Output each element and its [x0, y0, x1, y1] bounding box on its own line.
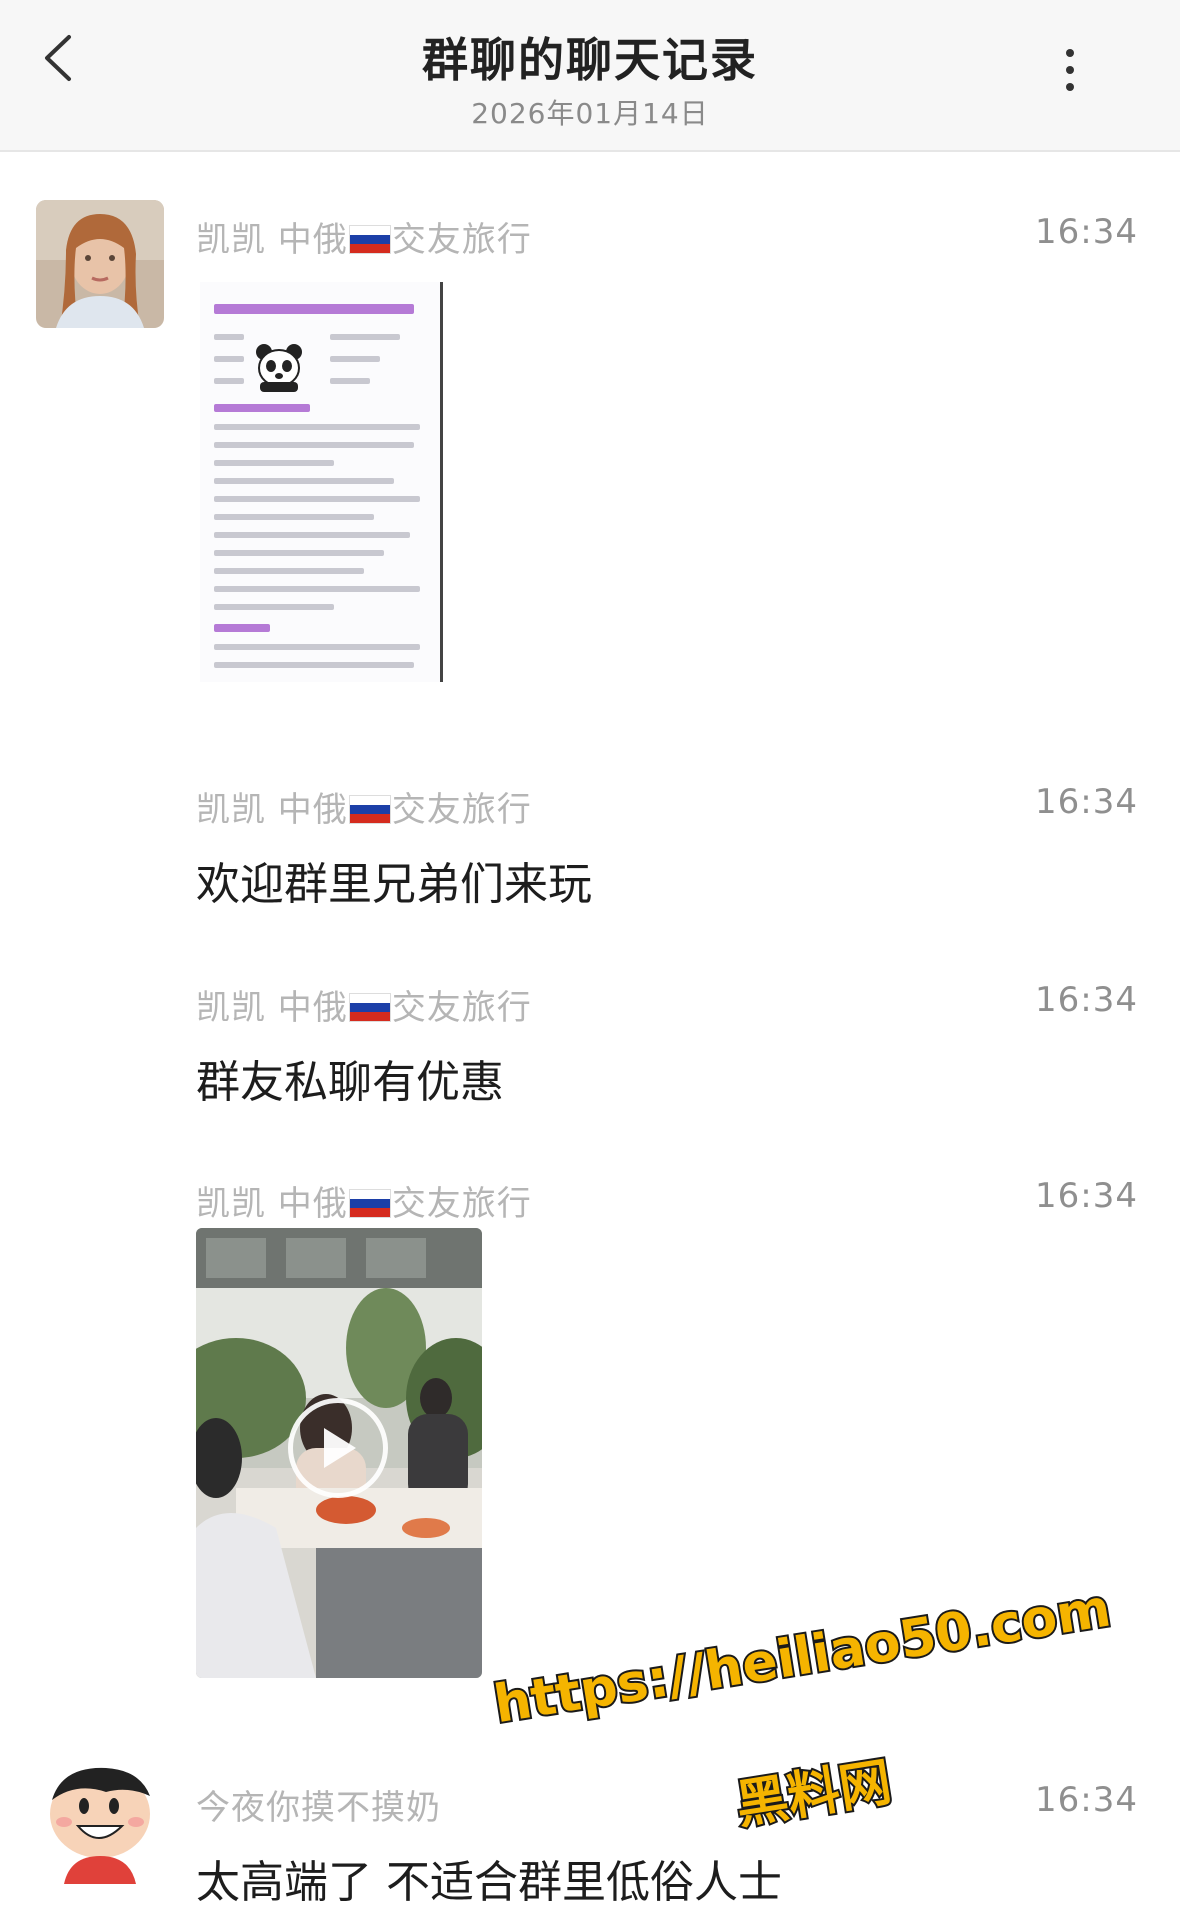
message-text[interactable]: 群友私聊有优惠 [196, 1046, 504, 1110]
message-time: 16:34 [1035, 212, 1138, 252]
avatar[interactable] [36, 1756, 164, 1884]
doc-line [214, 334, 244, 340]
doc-line [330, 378, 370, 384]
russia-flag-icon [348, 225, 391, 254]
doc-subheading [214, 624, 270, 632]
doc-line [214, 644, 420, 650]
doc-line [214, 478, 394, 484]
avatar[interactable] [36, 200, 164, 328]
sender-name: 凯凯 中俄 交友旅行 [196, 220, 532, 260]
doc-subheading [214, 404, 310, 412]
doc-line [214, 460, 334, 466]
russia-flag-icon [348, 795, 391, 824]
message-text[interactable]: 欢迎群里兄弟们来玩 [196, 848, 592, 912]
doc-line [330, 356, 380, 362]
page-title: 群聊的聊天记录 [422, 33, 758, 87]
more-dot-icon [1066, 66, 1074, 74]
watermark-name: 黑料网 [730, 1750, 897, 1838]
sender-name: 今夜你摸不摸奶 [196, 1788, 441, 1828]
doc-line [214, 604, 334, 610]
doc-line [214, 550, 384, 556]
doc-line [214, 514, 374, 520]
play-icon [324, 1428, 356, 1468]
doc-line [214, 532, 410, 538]
more-dot-icon [1066, 83, 1074, 91]
doc-line [214, 586, 420, 592]
doc-heading [214, 304, 414, 314]
message-time: 16:34 [1035, 980, 1138, 1020]
message-time: 16:34 [1035, 1176, 1138, 1216]
doc-line [214, 356, 244, 362]
message-time: 16:34 [1035, 782, 1138, 822]
doc-line [214, 424, 420, 430]
more-options-button[interactable] [1040, 30, 1100, 110]
russia-flag-icon [348, 993, 391, 1022]
panda-icon [256, 344, 302, 392]
doc-line [214, 496, 420, 502]
doc-line [214, 568, 364, 574]
top-bar: 群聊的聊天记录 2026年01月14日 [0, 0, 1180, 152]
doc-line [214, 378, 244, 384]
video-message[interactable] [196, 1228, 482, 1678]
sender-name: 凯凯 中俄 交友旅行 [196, 1184, 532, 1224]
sender-name: 凯凯 中俄 交友旅行 [196, 790, 532, 830]
doc-line [214, 442, 414, 448]
avatar-photo-icon [36, 200, 164, 328]
watermark-url: https://heiliao50.com [488, 1577, 1117, 1738]
play-button[interactable] [288, 1398, 388, 1498]
doc-line [330, 334, 400, 340]
russia-flag-icon [348, 1189, 391, 1218]
message-time: 16:34 [1035, 1780, 1138, 1820]
cartoon-boy-avatar-icon [36, 1756, 164, 1884]
page-date: 2026年01月14日 [471, 97, 709, 130]
more-dot-icon [1066, 49, 1074, 57]
doc-line [214, 662, 414, 668]
sender-name: 凯凯 中俄 交友旅行 [196, 988, 532, 1028]
image-message[interactable] [200, 282, 443, 682]
message-text[interactable]: 太高端了 不适合群里低俗人士 [196, 1846, 782, 1910]
